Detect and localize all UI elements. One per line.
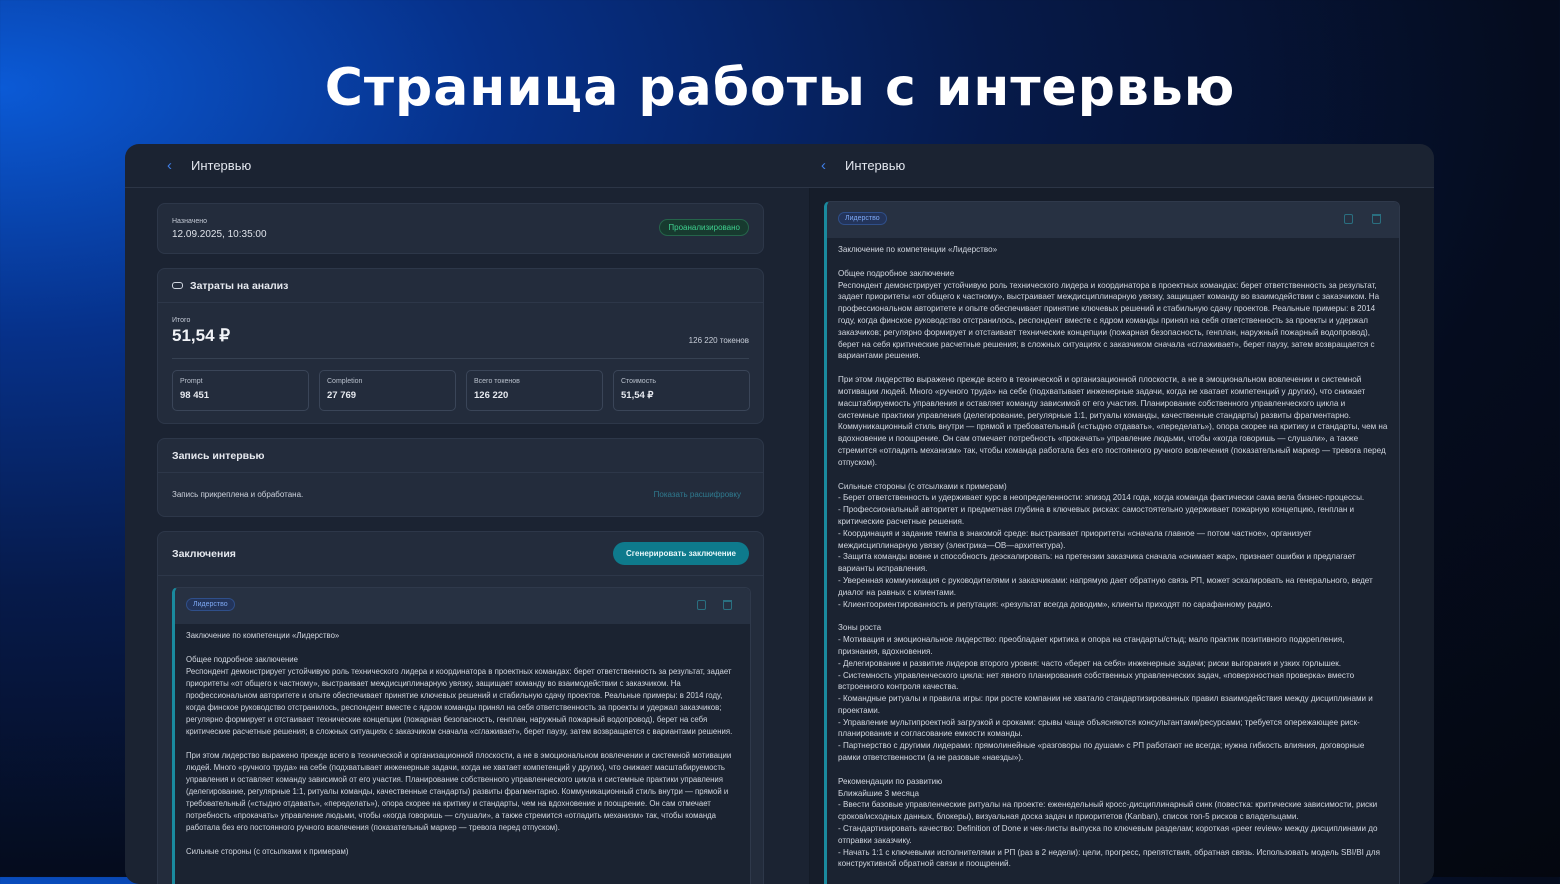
conclusion-paragraph: При этом лидерство выражено прежде всего…	[838, 375, 1388, 467]
page-hero-title: Страница работы с интервью	[324, 58, 1236, 118]
costs-card: Затраты на анализ Итого 51,54 ₽ 126 220 …	[157, 268, 764, 424]
metric-completion: Completion 27 769	[319, 370, 456, 411]
conclusion-heading: Заключение по компетенции «Лидерство»	[838, 245, 998, 254]
metric-prompt: Prompt 98 451	[172, 370, 309, 411]
trash-icon[interactable]	[723, 600, 732, 610]
metric-label: Prompt	[180, 378, 203, 385]
growth-zones-section: Зоны роста - Мотивация и эмоциональное л…	[838, 623, 1373, 763]
metric-value: 51,54 ₽	[621, 390, 654, 401]
generate-conclusion-button[interactable]: Сгенерировать заключение	[612, 542, 749, 565]
conclusions-card: Заключения Сгенерировать заключение Лиде…	[157, 531, 764, 884]
metric-label: Всего токенов	[474, 378, 520, 385]
costs-separator	[172, 358, 749, 359]
metric-label: Стоимость	[621, 378, 657, 385]
right-header-title: Интервью	[845, 158, 906, 173]
total-value: 51,54 ₽	[172, 326, 231, 345]
metric-total-tokens: Всего токенов 126 220	[466, 370, 603, 411]
costs-title: Затраты на анализ	[190, 279, 289, 292]
metric-value: 98 451	[180, 390, 210, 401]
conclusion-paragraph: Сильные стороны (с отсылками к примерам)	[186, 847, 349, 856]
right-panel: Лидерство Заключение по компетенции «Лид…	[810, 188, 1434, 884]
conclusion-body: Заключение по компетенции «Лидерство» Об…	[827, 238, 1399, 884]
status-badge: Проанализировано	[659, 219, 749, 236]
left-header: ‹ Интервью	[125, 144, 809, 188]
right-header: ‹ Интервью	[809, 144, 1434, 188]
total-label: Итого	[172, 317, 191, 324]
coin-icon	[172, 282, 183, 289]
assigned-value: 12.09.2025, 10:35:00	[172, 229, 267, 240]
trash-icon[interactable]	[1372, 214, 1381, 224]
recording-status: Запись прикреплена и обработана.	[172, 490, 304, 499]
conclusion-toolbar: Лидерство	[827, 202, 1399, 238]
conclusion-paragraph: Общее подробное заключение Респондент де…	[186, 655, 733, 736]
conclusion-item: Лидерство Заключение по компетенции «Лид…	[172, 587, 751, 884]
chevron-left-icon[interactable]: ‹	[821, 157, 839, 174]
metric-value: 27 769	[327, 390, 357, 401]
app-window: ‹ Интервью Назначено 12.09.2025, 10:35:0…	[125, 144, 1434, 884]
conclusion-heading: Заключение по компетенции «Лидерство»	[186, 631, 340, 640]
metric-value: 126 220	[474, 390, 509, 401]
left-header-title: Интервью	[191, 158, 252, 173]
recording-card-header: Запись интервью	[158, 439, 763, 473]
costs-card-header: Затраты на анализ	[158, 269, 763, 303]
status-card: Назначено 12.09.2025, 10:35:00 Проанализ…	[157, 203, 764, 254]
chevron-left-icon[interactable]: ‹	[167, 157, 185, 174]
recording-title: Запись интервью	[172, 449, 265, 462]
show-transcript-link[interactable]: Показать расшифровку	[654, 490, 741, 499]
recommendations-section: Рекомендации по развитию Ближайшие 3 мес…	[838, 776, 1380, 869]
tokens-total: 126 220 токенов	[688, 336, 749, 345]
recording-card: Запись интервью Запись прикреплена и обр…	[157, 438, 764, 517]
conclusions-title: Заключения	[172, 547, 236, 560]
copy-icon[interactable]	[1344, 214, 1353, 224]
conclusion-item-expanded: Лидерство Заключение по компетенции «Лид…	[824, 201, 1400, 884]
competency-tag: Лидерство	[838, 212, 887, 225]
conclusion-body: Заключение по компетенции «Лидерство» Об…	[175, 624, 750, 876]
metric-cost: Стоимость 51,54 ₽	[613, 370, 750, 411]
strengths-section: Сильные стороны (с отсылками к примерам)…	[838, 481, 1373, 609]
competency-tag: Лидерство	[186, 598, 235, 611]
metric-label: Completion	[327, 378, 363, 385]
conclusion-paragraph: При этом лидерство выражено прежде всего…	[186, 751, 732, 832]
assigned-label: Назначено	[172, 218, 207, 225]
copy-icon[interactable]	[697, 600, 706, 610]
conclusion-toolbar: Лидерство	[175, 588, 750, 624]
conclusion-paragraph: Общее подробное заключение Респондент де…	[838, 268, 1380, 361]
